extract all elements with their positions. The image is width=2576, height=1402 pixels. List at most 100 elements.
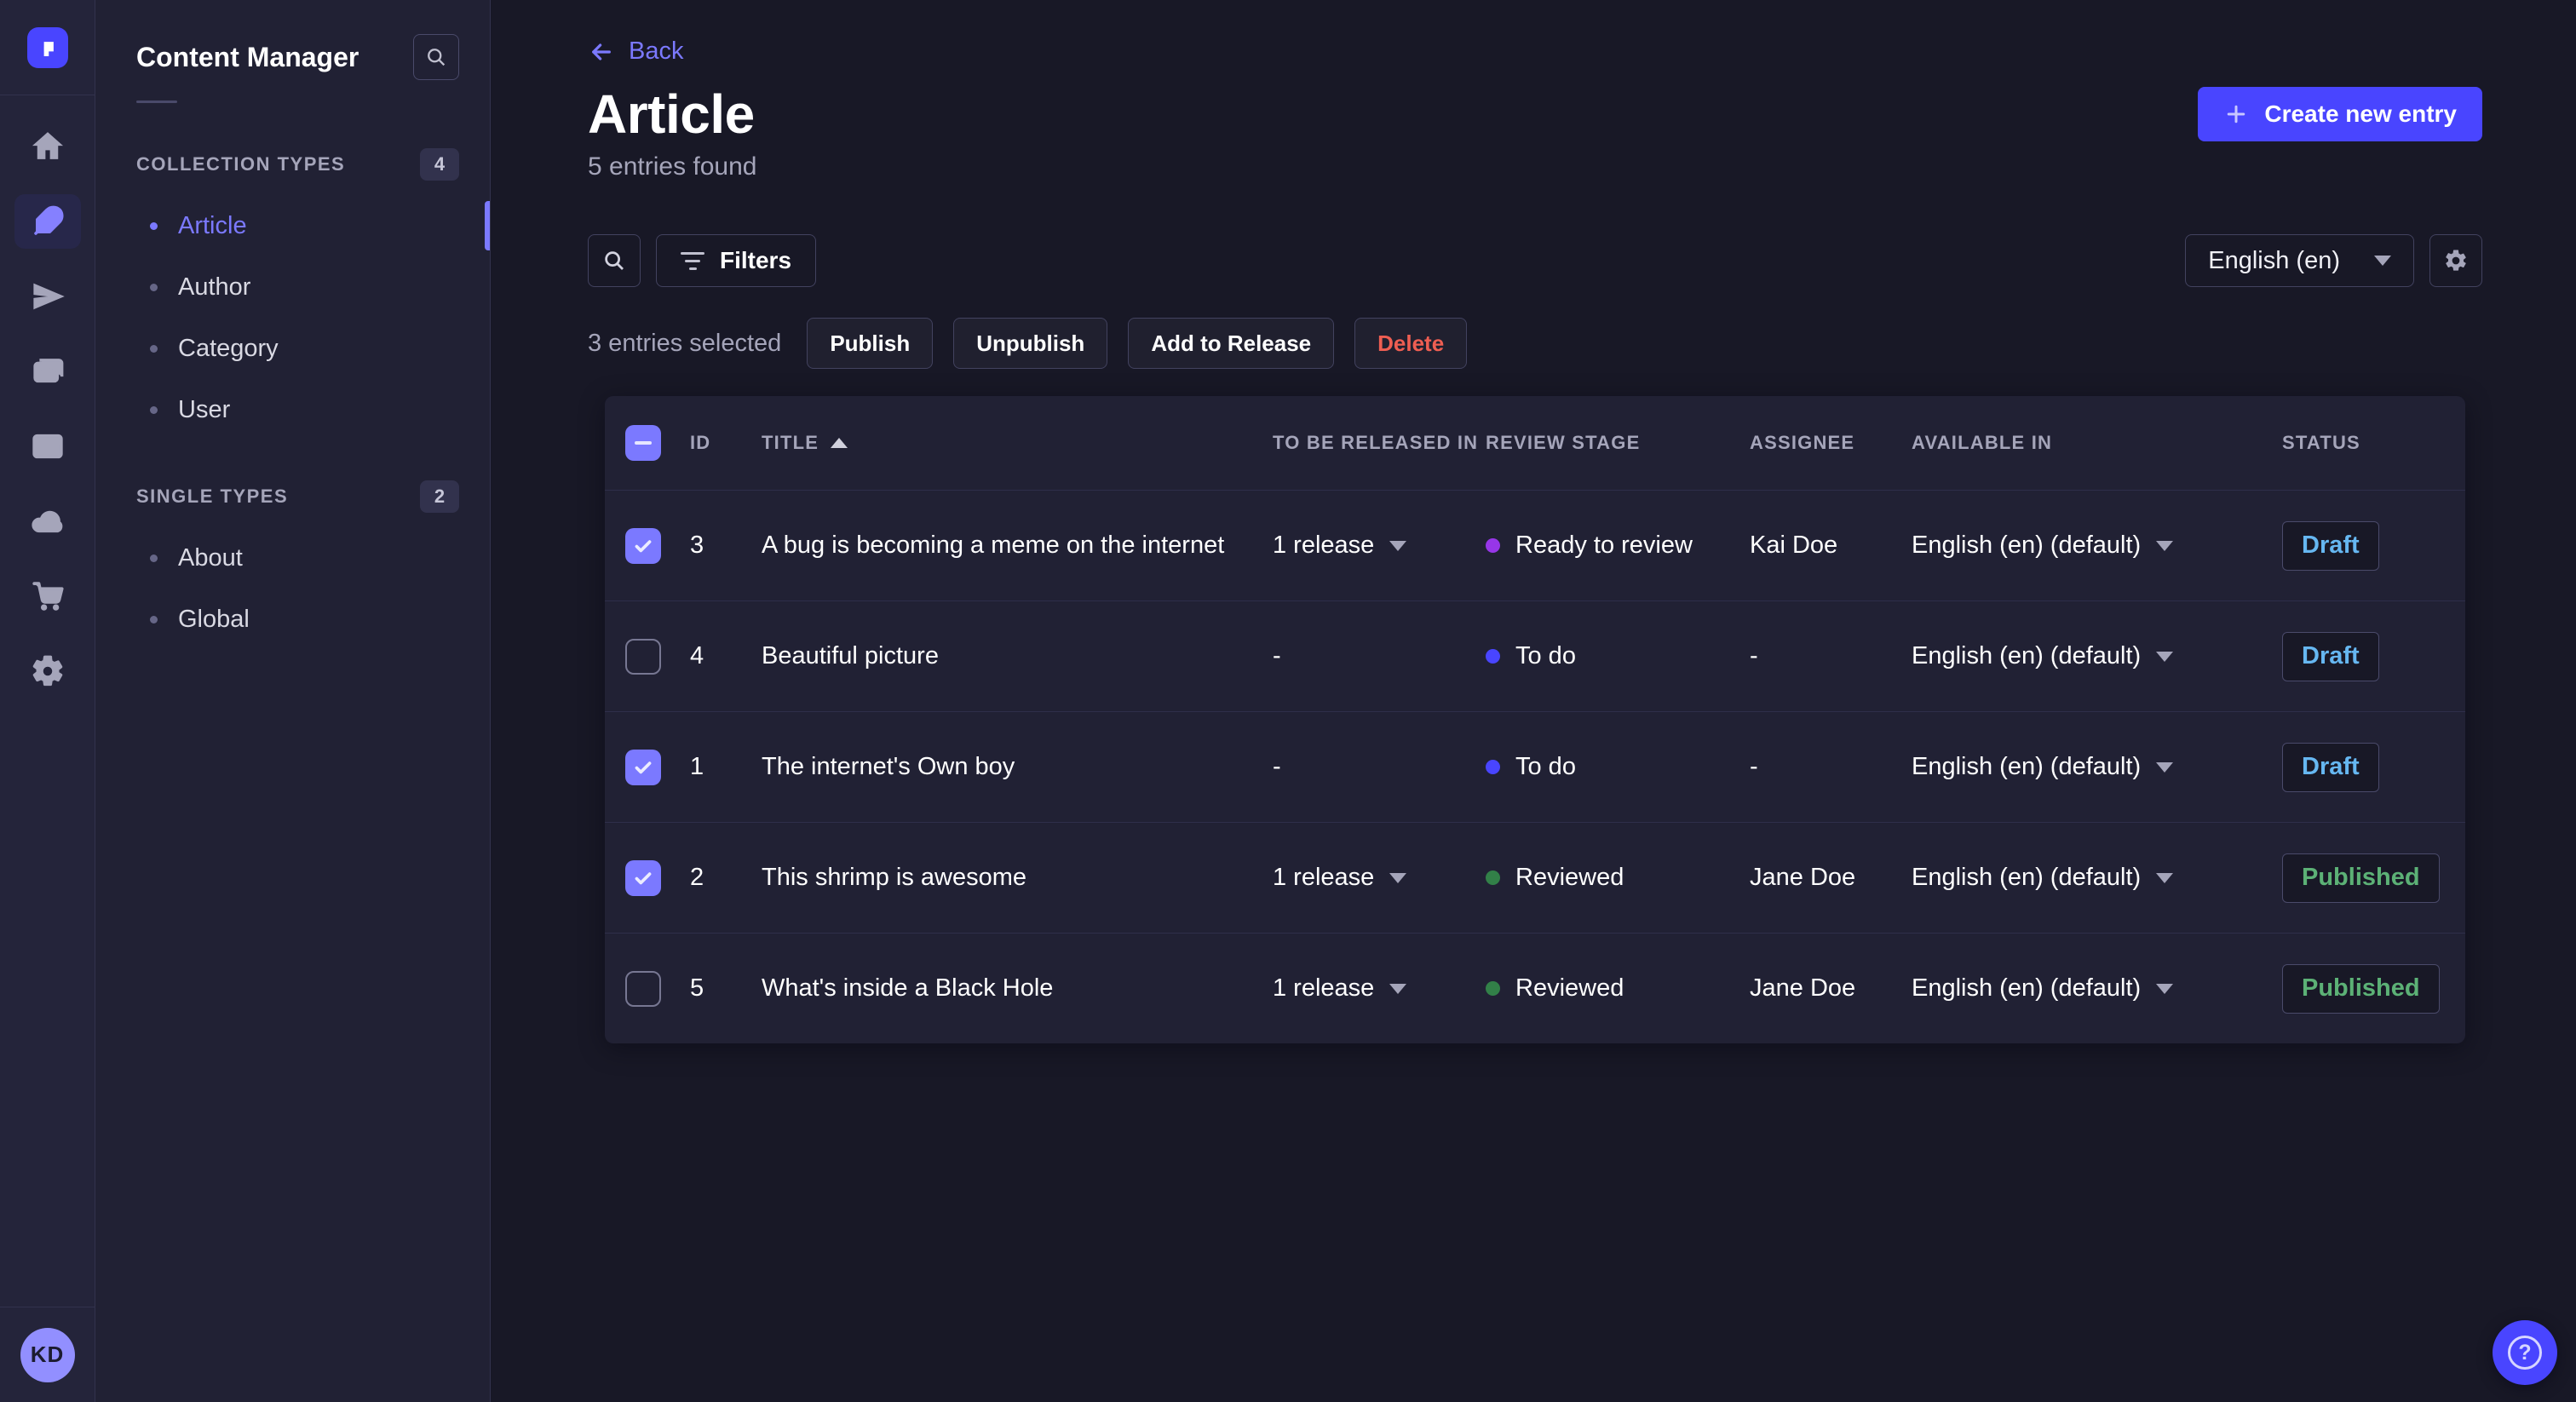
row-checkbox[interactable] bbox=[625, 638, 661, 675]
strapi-logo-icon[interactable] bbox=[26, 26, 68, 68]
page-title: Article bbox=[588, 83, 755, 145]
user-avatar[interactable]: KD bbox=[20, 1327, 75, 1382]
column-header-id[interactable]: ID bbox=[690, 432, 762, 454]
cell-id: 1 bbox=[690, 753, 704, 780]
cell-available-in[interactable]: English (en) (default) bbox=[1912, 974, 2282, 1003]
home-icon[interactable] bbox=[14, 119, 81, 174]
cell-assignee: Jane Doe bbox=[1750, 974, 1856, 1002]
table-row[interactable]: 2 This shrimp is awesome 1 release Revie… bbox=[605, 822, 2465, 933]
subnav-item-user[interactable]: User bbox=[95, 379, 490, 440]
view-settings-button[interactable] bbox=[2429, 234, 2482, 287]
bullet-icon bbox=[150, 554, 158, 562]
chevron-down-icon bbox=[2156, 761, 2174, 773]
row-checkbox[interactable] bbox=[625, 749, 661, 785]
search-icon bbox=[428, 49, 446, 66]
status-badge: Draft bbox=[2282, 631, 2379, 681]
subnav-item-about[interactable]: About bbox=[95, 527, 490, 589]
chevron-down-icon bbox=[2156, 540, 2174, 551]
entries-table: ID TITLE TO BE RELEASED IN REVIEW STAGE … bbox=[605, 396, 2465, 1043]
gear-icon[interactable] bbox=[14, 644, 81, 698]
bullet-icon bbox=[150, 405, 158, 414]
cell-released[interactable]: - bbox=[1273, 642, 1486, 670]
help-button[interactable]: ? bbox=[2493, 1320, 2557, 1385]
column-header-released[interactable]: TO BE RELEASED IN bbox=[1273, 432, 1486, 454]
media-library-icon[interactable] bbox=[14, 344, 81, 399]
column-header-assignee[interactable]: ASSIGNEE bbox=[1750, 432, 1912, 454]
publish-button[interactable]: Publish bbox=[807, 318, 934, 369]
bullet-icon bbox=[150, 344, 158, 353]
chevron-down-icon bbox=[1389, 872, 1407, 883]
logo-container bbox=[0, 0, 95, 95]
subnav-section: COLLECTION TYPES 4 Article Author Category… bbox=[95, 147, 490, 440]
cell-title: The internet's Own boy bbox=[762, 753, 1015, 780]
chevron-down-icon bbox=[2156, 872, 2174, 883]
cell-id: 2 bbox=[690, 864, 704, 891]
cell-assignee: - bbox=[1750, 642, 1758, 669]
section-count-badge: 2 bbox=[420, 480, 459, 513]
chevron-down-icon bbox=[2374, 256, 2391, 266]
cell-available-in[interactable]: English (en) (default) bbox=[1912, 642, 2282, 670]
cell-review-stage: To do bbox=[1486, 753, 1750, 781]
back-link[interactable]: Back bbox=[588, 37, 683, 66]
delete-button[interactable]: Delete bbox=[1354, 318, 1468, 369]
table-row[interactable]: 3 A bug is becoming a meme on the intern… bbox=[605, 490, 2465, 600]
cart-icon[interactable] bbox=[14, 569, 81, 623]
locale-select[interactable]: English (en) bbox=[2185, 234, 2414, 287]
stage-dot-icon bbox=[1486, 981, 1500, 996]
cell-title: What's inside a Black Hole bbox=[762, 974, 1054, 1002]
cell-released[interactable]: 1 release bbox=[1273, 974, 1486, 1003]
column-header-available-in[interactable]: AVAILABLE IN bbox=[1912, 432, 2282, 454]
cloud-icon[interactable] bbox=[14, 494, 81, 549]
rail-nav bbox=[14, 119, 81, 698]
table-header-row: ID TITLE TO BE RELEASED IN REVIEW STAGE … bbox=[605, 396, 2465, 490]
cell-assignee: Kai Doe bbox=[1750, 531, 1838, 559]
cell-released[interactable]: - bbox=[1273, 753, 1486, 781]
subnav-item-author[interactable]: Author bbox=[95, 256, 490, 318]
cell-available-in[interactable]: English (en) (default) bbox=[1912, 864, 2282, 892]
chevron-down-icon bbox=[2156, 651, 2174, 662]
active-indicator bbox=[485, 201, 490, 250]
gear-icon bbox=[2446, 250, 2466, 271]
column-header-title[interactable]: TITLE bbox=[762, 432, 1273, 454]
row-checkbox[interactable] bbox=[625, 970, 661, 1007]
stage-dot-icon bbox=[1486, 760, 1500, 774]
stage-dot-icon bbox=[1486, 649, 1500, 664]
cell-review-stage: To do bbox=[1486, 642, 1750, 670]
search-entries-button[interactable] bbox=[588, 234, 641, 287]
row-checkbox[interactable] bbox=[625, 527, 661, 564]
cell-id: 5 bbox=[690, 974, 704, 1002]
search-icon bbox=[605, 251, 624, 270]
subnav-item-category[interactable]: Category bbox=[95, 318, 490, 379]
bullet-icon bbox=[150, 283, 158, 291]
column-header-status[interactable]: STATUS bbox=[2282, 432, 2445, 454]
question-mark-icon: ? bbox=[2508, 1336, 2542, 1370]
add-to-release-button[interactable]: Add to Release bbox=[1128, 318, 1335, 369]
subnav-item-label: About bbox=[178, 543, 243, 572]
section-label: COLLECTION TYPES bbox=[136, 153, 346, 175]
table-row[interactable]: 5 What's inside a Black Hole 1 release R… bbox=[605, 933, 2465, 1043]
row-checkbox[interactable] bbox=[625, 859, 661, 896]
subnav-item-article[interactable]: Article bbox=[95, 195, 490, 256]
unpublish-button[interactable]: Unpublish bbox=[953, 318, 1108, 369]
bullet-icon bbox=[150, 615, 158, 623]
cell-available-in[interactable]: English (en) (default) bbox=[1912, 753, 2282, 781]
subnav-item-global[interactable]: Global bbox=[95, 589, 490, 650]
cell-released[interactable]: 1 release bbox=[1273, 864, 1486, 892]
feather-icon[interactable] bbox=[14, 194, 81, 249]
cell-released[interactable]: 1 release bbox=[1273, 531, 1486, 560]
table-row[interactable]: 1 The internet's Own boy - To do - Engli… bbox=[605, 711, 2465, 822]
filters-button[interactable]: Filters bbox=[656, 234, 817, 287]
status-badge: Published bbox=[2282, 963, 2440, 1014]
column-header-review-stage[interactable]: REVIEW STAGE bbox=[1486, 432, 1750, 454]
subnav-search-button[interactable] bbox=[413, 34, 459, 80]
paper-plane-icon[interactable] bbox=[14, 269, 81, 324]
cell-available-in[interactable]: English (en) (default) bbox=[1912, 531, 2282, 560]
table-row[interactable]: 4 Beautiful picture - To do - English (e… bbox=[605, 600, 2465, 711]
sort-ascending-icon bbox=[831, 438, 848, 448]
layout-icon[interactable] bbox=[14, 419, 81, 474]
select-all-checkbox[interactable] bbox=[625, 425, 661, 461]
create-new-entry-button[interactable]: Create new entry bbox=[2198, 87, 2482, 141]
plus-icon bbox=[2228, 105, 2245, 124]
cell-review-stage: Ready to review bbox=[1486, 531, 1750, 560]
chevron-down-icon bbox=[1389, 540, 1407, 551]
